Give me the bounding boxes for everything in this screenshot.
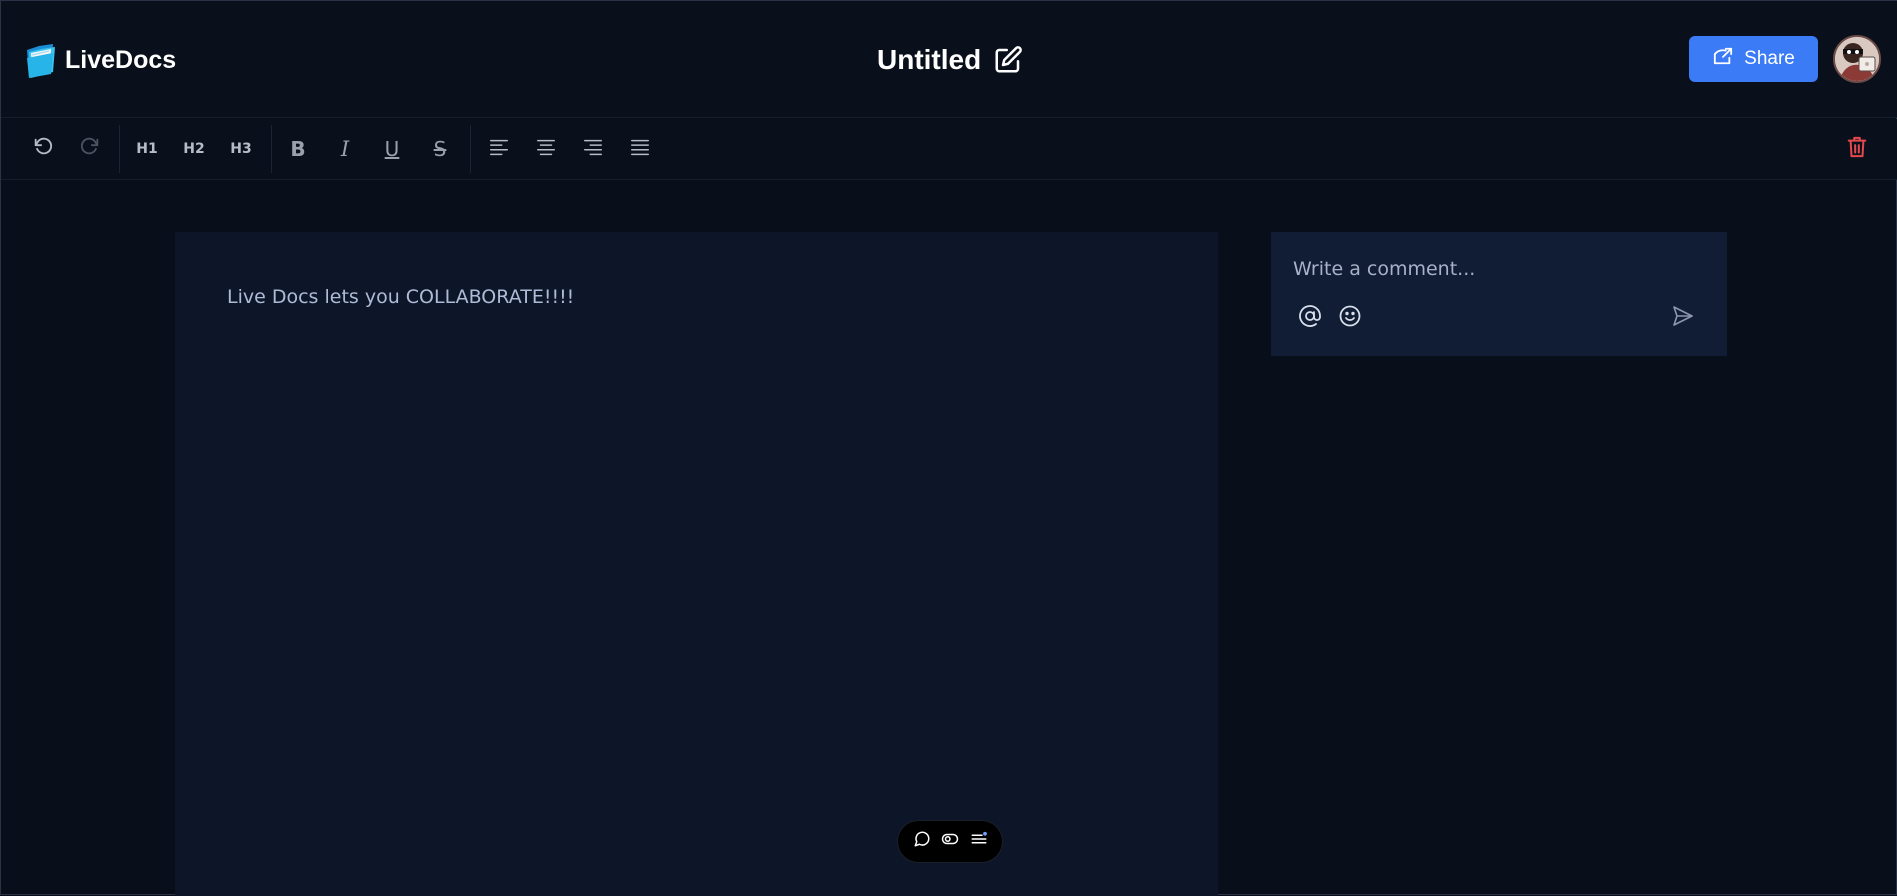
share-button[interactable]: Share [1689,36,1818,82]
comments-toggle-button[interactable] [911,831,933,853]
comment-icon [913,830,931,853]
document-editor[interactable]: Live Docs lets you COLLABORATE!!!! [175,232,1218,896]
formatting-toolbar: H1 H2 H3 B I U S [1,119,1897,180]
undo-icon [32,136,54,163]
document-title-area: Untitled [877,39,1023,81]
bold-label: B [290,137,306,161]
align-right-button[interactable] [577,133,609,165]
app-frame: LiveDocs Untitled Share H1 H2 H3 B I U S… [0,0,1897,896]
folder-logo-icon [25,40,57,80]
heading-1-label: H1 [136,141,158,157]
align-justify-icon [629,136,651,163]
floating-toolbar [897,820,1003,863]
top-header: LiveDocs Untitled Share [1,1,1897,118]
comment-composer [1271,232,1727,356]
brand-name: LiveDocs [65,45,177,74]
italic-label: I [340,137,350,161]
strikethrough-label: S [433,137,447,161]
edit-title-icon[interactable] [993,45,1023,75]
align-center-icon [535,136,557,163]
send-icon [1671,304,1695,333]
align-left-icon [488,136,510,163]
redo-icon [79,136,101,163]
undo-button[interactable] [27,133,59,165]
toolbar-divider [119,125,120,173]
view-toggle-button[interactable] [939,831,961,853]
trash-icon [1846,135,1868,164]
underline-button[interactable]: U [376,133,408,165]
heading-2-label: H2 [183,141,205,157]
align-right-icon [582,136,604,163]
heading-1-button[interactable]: H1 [131,133,163,165]
redo-button[interactable] [74,133,106,165]
threads-button[interactable] [968,831,990,853]
bold-button[interactable]: B [282,133,314,165]
share-icon [1712,46,1734,72]
toolbar-divider [271,125,272,173]
threads-icon [970,830,988,853]
toggle-icon [941,830,959,853]
heading-3-label: H3 [230,141,252,157]
heading-3-button[interactable]: H3 [225,133,257,165]
toolbar-divider [470,125,471,173]
share-label: Share [1744,48,1795,69]
align-center-button[interactable] [530,133,562,165]
underline-label: U [384,137,400,161]
emoji-icon [1338,304,1362,333]
delete-document-button[interactable] [1841,133,1873,165]
editor-paragraph[interactable]: Live Docs lets you COLLABORATE!!!! [227,286,574,308]
mention-button[interactable] [1296,304,1324,332]
strikethrough-button[interactable]: S [424,133,456,165]
align-justify-button[interactable] [624,133,656,165]
brand-link[interactable]: LiveDocs [25,39,176,81]
heading-2-button[interactable]: H2 [178,133,210,165]
document-title[interactable]: Untitled [877,44,981,76]
align-left-button[interactable] [483,133,515,165]
user-avatar[interactable] [1833,35,1881,83]
at-sign-icon [1298,304,1322,333]
emoji-button[interactable] [1336,304,1364,332]
comment-input[interactable] [1293,254,1693,284]
italic-button[interactable]: I [329,133,361,165]
send-comment-button[interactable] [1669,304,1697,332]
